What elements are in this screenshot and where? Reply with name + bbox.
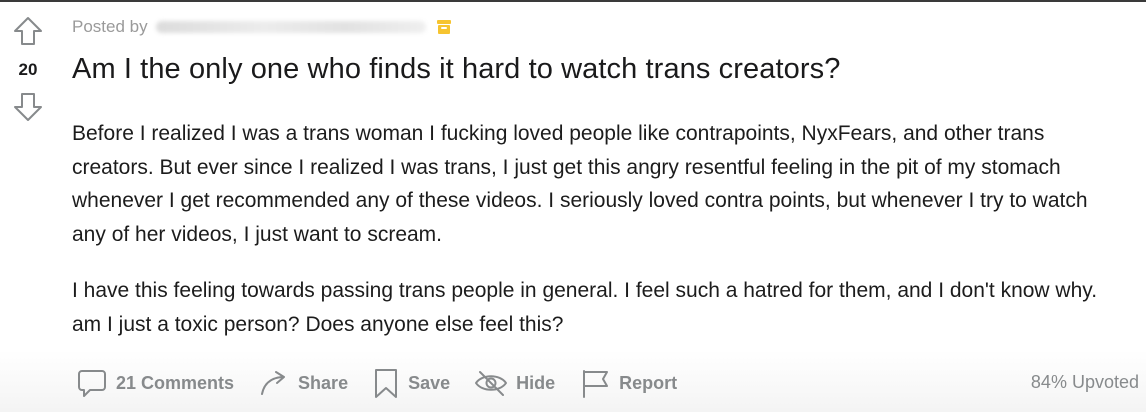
post-body: Before I realized I was a trans woman I … xyxy=(72,117,1122,364)
downvote-arrow-icon xyxy=(14,93,42,121)
comments-button[interactable]: 21 Comments xyxy=(76,364,234,402)
post-body-paragraph: Before I realized I was a trans woman I … xyxy=(72,122,1088,246)
hide-button[interactable]: Hide xyxy=(474,364,555,402)
share-button[interactable]: Share xyxy=(258,364,348,402)
comments-label: 21 Comments xyxy=(116,372,235,393)
post-body-paragraph: I have this feeling towards passing tran… xyxy=(72,279,1098,336)
post-action-bar: 21 Comments Share Save Hide Report xyxy=(76,364,701,402)
upvote-ratio: 84% Upvoted xyxy=(1030,372,1139,392)
post-meta: Posted by xyxy=(72,15,452,39)
archive-icon xyxy=(436,20,451,34)
downvote-button[interactable] xyxy=(13,92,43,122)
author-name-redacted[interactable] xyxy=(155,21,426,33)
vote-score: 20 xyxy=(18,60,38,79)
report-button[interactable]: Report xyxy=(579,364,677,402)
hide-label: Hide xyxy=(516,372,556,393)
share-arrow-icon xyxy=(261,371,286,395)
save-label: Save xyxy=(408,372,451,393)
report-label: Report xyxy=(619,372,678,393)
upvote-button[interactable] xyxy=(13,16,43,46)
comment-bubble-icon xyxy=(78,370,106,397)
share-label: Share xyxy=(298,372,349,393)
bookmark-icon xyxy=(375,369,398,398)
flag-icon xyxy=(583,370,609,398)
eye-slash-icon xyxy=(475,371,508,396)
post-title[interactable]: Am I the only one who finds it hard to w… xyxy=(72,53,840,86)
upvote-arrow-icon xyxy=(14,17,42,45)
posted-by-label: Posted by xyxy=(72,17,148,36)
save-button[interactable]: Save xyxy=(372,364,450,402)
top-border xyxy=(0,0,1146,2)
